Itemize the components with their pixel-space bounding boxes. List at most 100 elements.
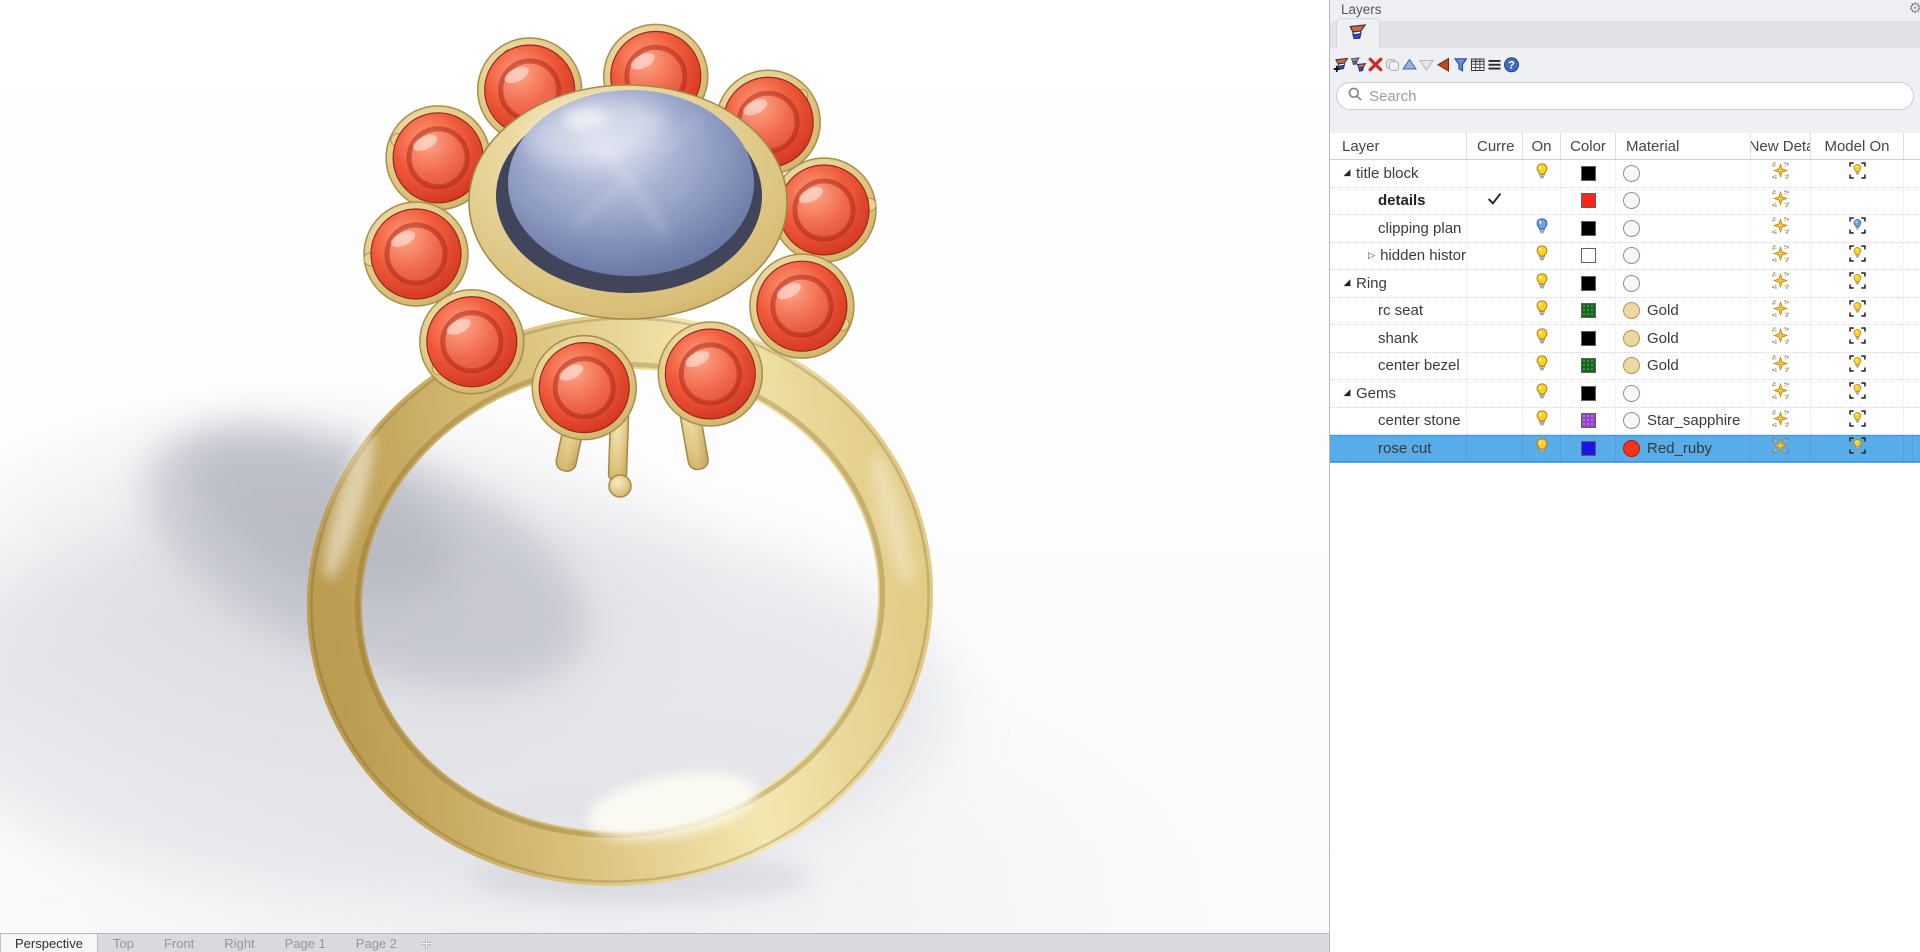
current-layer-cell[interactable] — [1467, 298, 1523, 325]
material-circle[interactable] — [1623, 412, 1640, 429]
column-header-on[interactable]: On — [1523, 133, 1561, 159]
new-sublayer-button[interactable] — [1350, 52, 1367, 76]
material-circle[interactable] — [1623, 440, 1640, 457]
search-box[interactable] — [1336, 82, 1914, 110]
expander-expanded-icon[interactable]: ◢ — [1342, 278, 1352, 288]
layer-row-Gems[interactable]: ◢Gems — [1330, 380, 1920, 408]
layer-color-cell[interactable] — [1561, 243, 1616, 270]
layer-material-cell[interactable]: Red_ruby — [1616, 435, 1751, 462]
layer-name[interactable]: center stone — [1378, 412, 1461, 429]
viewport-tab-right[interactable]: Right — [209, 934, 269, 952]
layer-name[interactable]: shank — [1378, 330, 1418, 347]
new-detail-on-cell[interactable] — [1751, 380, 1811, 407]
layer-row-Ring[interactable]: ◢ Ring — [1330, 270, 1920, 298]
layer-name[interactable]: rose cut — [1378, 440, 1431, 457]
layer-color-cell[interactable] — [1561, 435, 1616, 462]
layer-name-cell[interactable]: center stone — [1330, 408, 1467, 435]
layer-on-cell[interactable] — [1523, 270, 1561, 297]
layer-color-cell[interactable] — [1561, 408, 1616, 435]
layer-color-cell[interactable] — [1561, 353, 1616, 380]
color-swatch[interactable] — [1581, 441, 1596, 456]
layer-color-cell[interactable] — [1561, 325, 1616, 352]
new-layer-button[interactable] — [1333, 52, 1350, 76]
layer-name-cell[interactable]: rose cut — [1330, 435, 1467, 462]
layer-row-rose-cut[interactable]: rose cut Red_ruby — [1330, 435, 1920, 463]
new-detail-on-cell[interactable] — [1751, 298, 1811, 325]
filter-button[interactable] — [1452, 52, 1469, 76]
layer-on-cell[interactable] — [1523, 408, 1561, 435]
model-on-cell[interactable] — [1811, 298, 1904, 325]
layer-on-cell[interactable] — [1523, 298, 1561, 325]
new-detail-on-cell[interactable] — [1751, 243, 1811, 270]
layer-material-cell[interactable] — [1616, 160, 1751, 187]
move-out-button[interactable] — [1435, 52, 1452, 76]
delete-layer-button[interactable] — [1367, 52, 1384, 76]
layer-row-details[interactable]: details — [1330, 188, 1920, 216]
gear-icon[interactable]: ⚙ — [1909, 0, 1920, 17]
model-on-cell[interactable] — [1811, 325, 1904, 352]
menu-icon[interactable] — [1486, 52, 1503, 76]
model-on-cell[interactable] — [1811, 215, 1904, 242]
color-swatch[interactable] — [1581, 303, 1596, 318]
layer-material-cell[interactable]: Gold — [1616, 325, 1751, 352]
layer-name[interactable]: hidden histor — [1380, 247, 1466, 264]
viewport-tab-top[interactable]: Top — [98, 934, 149, 952]
layer-row-clipping-plan[interactable]: clipping plan — [1330, 215, 1920, 243]
layer-name[interactable]: center bezel — [1378, 357, 1460, 374]
expander-expanded-icon[interactable]: ◢ — [1342, 168, 1352, 178]
current-layer-cell[interactable] — [1467, 243, 1523, 270]
model-on-cell[interactable] — [1811, 243, 1904, 270]
current-layer-cell[interactable] — [1467, 325, 1523, 352]
color-swatch[interactable] — [1581, 386, 1596, 401]
layer-row-rc-seat[interactable]: rc seat Gold — [1330, 298, 1920, 326]
duplicate-layer-button[interactable] — [1384, 52, 1401, 76]
current-layer-cell[interactable] — [1467, 270, 1523, 297]
new-detail-on-cell[interactable] — [1751, 435, 1811, 462]
layer-row-center-bezel[interactable]: center bezelGold — [1330, 353, 1920, 381]
layer-material-cell[interactable]: Star_sapphire — [1616, 408, 1751, 435]
layer-on-cell[interactable] — [1523, 380, 1561, 407]
color-swatch[interactable] — [1581, 248, 1596, 263]
expander-collapsed-icon[interactable]: ▷ — [1367, 251, 1376, 261]
column-header-material[interactable]: Material — [1616, 133, 1751, 159]
layer-material-cell[interactable] — [1616, 270, 1751, 297]
current-layer-cell[interactable] — [1467, 215, 1523, 242]
column-header-layer[interactable]: Layer — [1330, 133, 1467, 159]
layer-name-cell[interactable]: ◢Gems — [1330, 380, 1467, 407]
layer-material-cell[interactable] — [1616, 380, 1751, 407]
model-on-cell[interactable] — [1811, 380, 1904, 407]
layer-material-cell[interactable] — [1616, 243, 1751, 270]
layer-name-cell[interactable]: rc seat — [1330, 298, 1467, 325]
current-layer-cell[interactable] — [1467, 408, 1523, 435]
expander-expanded-icon[interactable]: ◢ — [1342, 388, 1352, 398]
layer-name-cell[interactable]: details — [1330, 188, 1467, 215]
layer-name-cell[interactable]: clipping plan — [1330, 215, 1467, 242]
layer-on-cell[interactable] — [1523, 435, 1561, 462]
perspective-viewport[interactable] — [0, 0, 1329, 933]
layer-color-cell[interactable] — [1561, 188, 1616, 215]
layer-name[interactable]: rc seat — [1378, 302, 1423, 319]
columns-button[interactable] — [1469, 52, 1486, 76]
color-swatch[interactable] — [1581, 166, 1596, 181]
help-button[interactable]: ? — [1503, 52, 1520, 76]
material-circle[interactable] — [1623, 247, 1640, 264]
layer-name[interactable]: title block — [1356, 165, 1419, 182]
material-circle[interactable] — [1623, 192, 1640, 209]
layer-color-cell[interactable] — [1561, 270, 1616, 297]
material-circle[interactable] — [1623, 220, 1640, 237]
viewport-tab-page-1[interactable]: Page 1 — [270, 934, 341, 952]
current-layer-cell[interactable] — [1467, 380, 1523, 407]
material-circle[interactable] — [1623, 275, 1640, 292]
new-detail-on-cell[interactable] — [1751, 325, 1811, 352]
model-on-cell[interactable] — [1811, 270, 1904, 297]
material-circle[interactable] — [1623, 165, 1640, 182]
layer-material-cell[interactable]: Gold — [1616, 298, 1751, 325]
layer-name-cell[interactable]: ◢ title block — [1330, 160, 1467, 187]
color-swatch[interactable] — [1581, 276, 1596, 291]
material-circle[interactable] — [1623, 302, 1640, 319]
layer-on-cell[interactable] — [1523, 243, 1561, 270]
layer-name[interactable]: Ring — [1356, 275, 1387, 292]
layer-row-shank[interactable]: shank Gold — [1330, 325, 1920, 353]
color-swatch[interactable] — [1581, 358, 1596, 373]
new-detail-on-cell[interactable] — [1751, 408, 1811, 435]
